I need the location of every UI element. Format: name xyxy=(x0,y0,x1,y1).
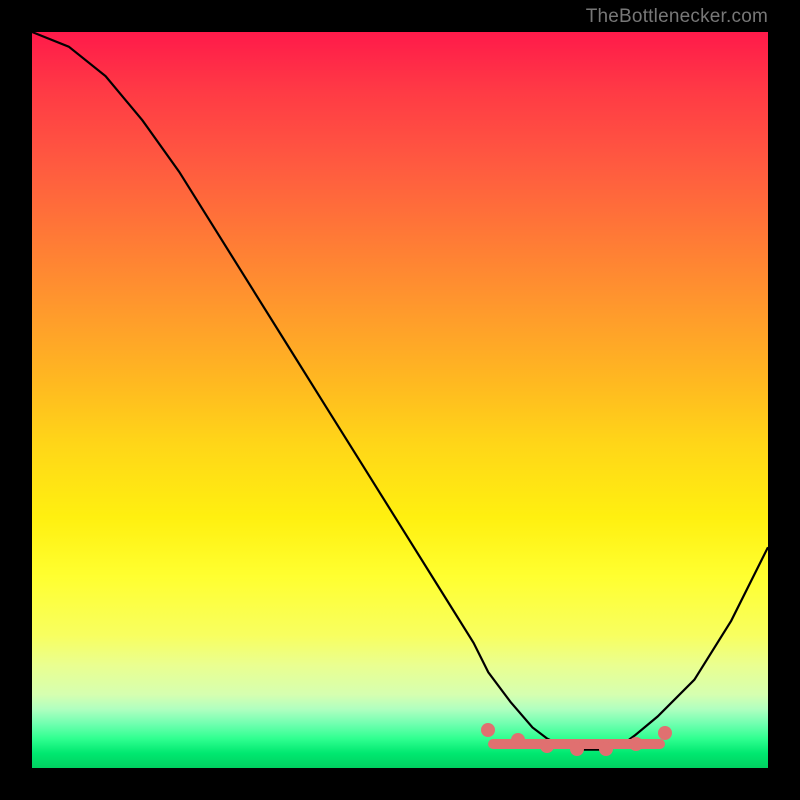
optimal-range-dot xyxy=(481,723,495,737)
chart-frame: TheBottlenecker.com xyxy=(0,0,800,800)
optimal-range-markers xyxy=(32,32,768,768)
watermark-text: TheBottlenecker.com xyxy=(586,6,768,28)
optimal-range-dot xyxy=(629,737,643,751)
optimal-range-dot xyxy=(540,739,554,753)
optimal-range-dot xyxy=(658,726,672,740)
optimal-range-dot xyxy=(570,742,584,756)
optimal-range-dot xyxy=(599,742,613,756)
optimal-range-dot xyxy=(511,733,525,747)
plot-area xyxy=(32,32,768,768)
